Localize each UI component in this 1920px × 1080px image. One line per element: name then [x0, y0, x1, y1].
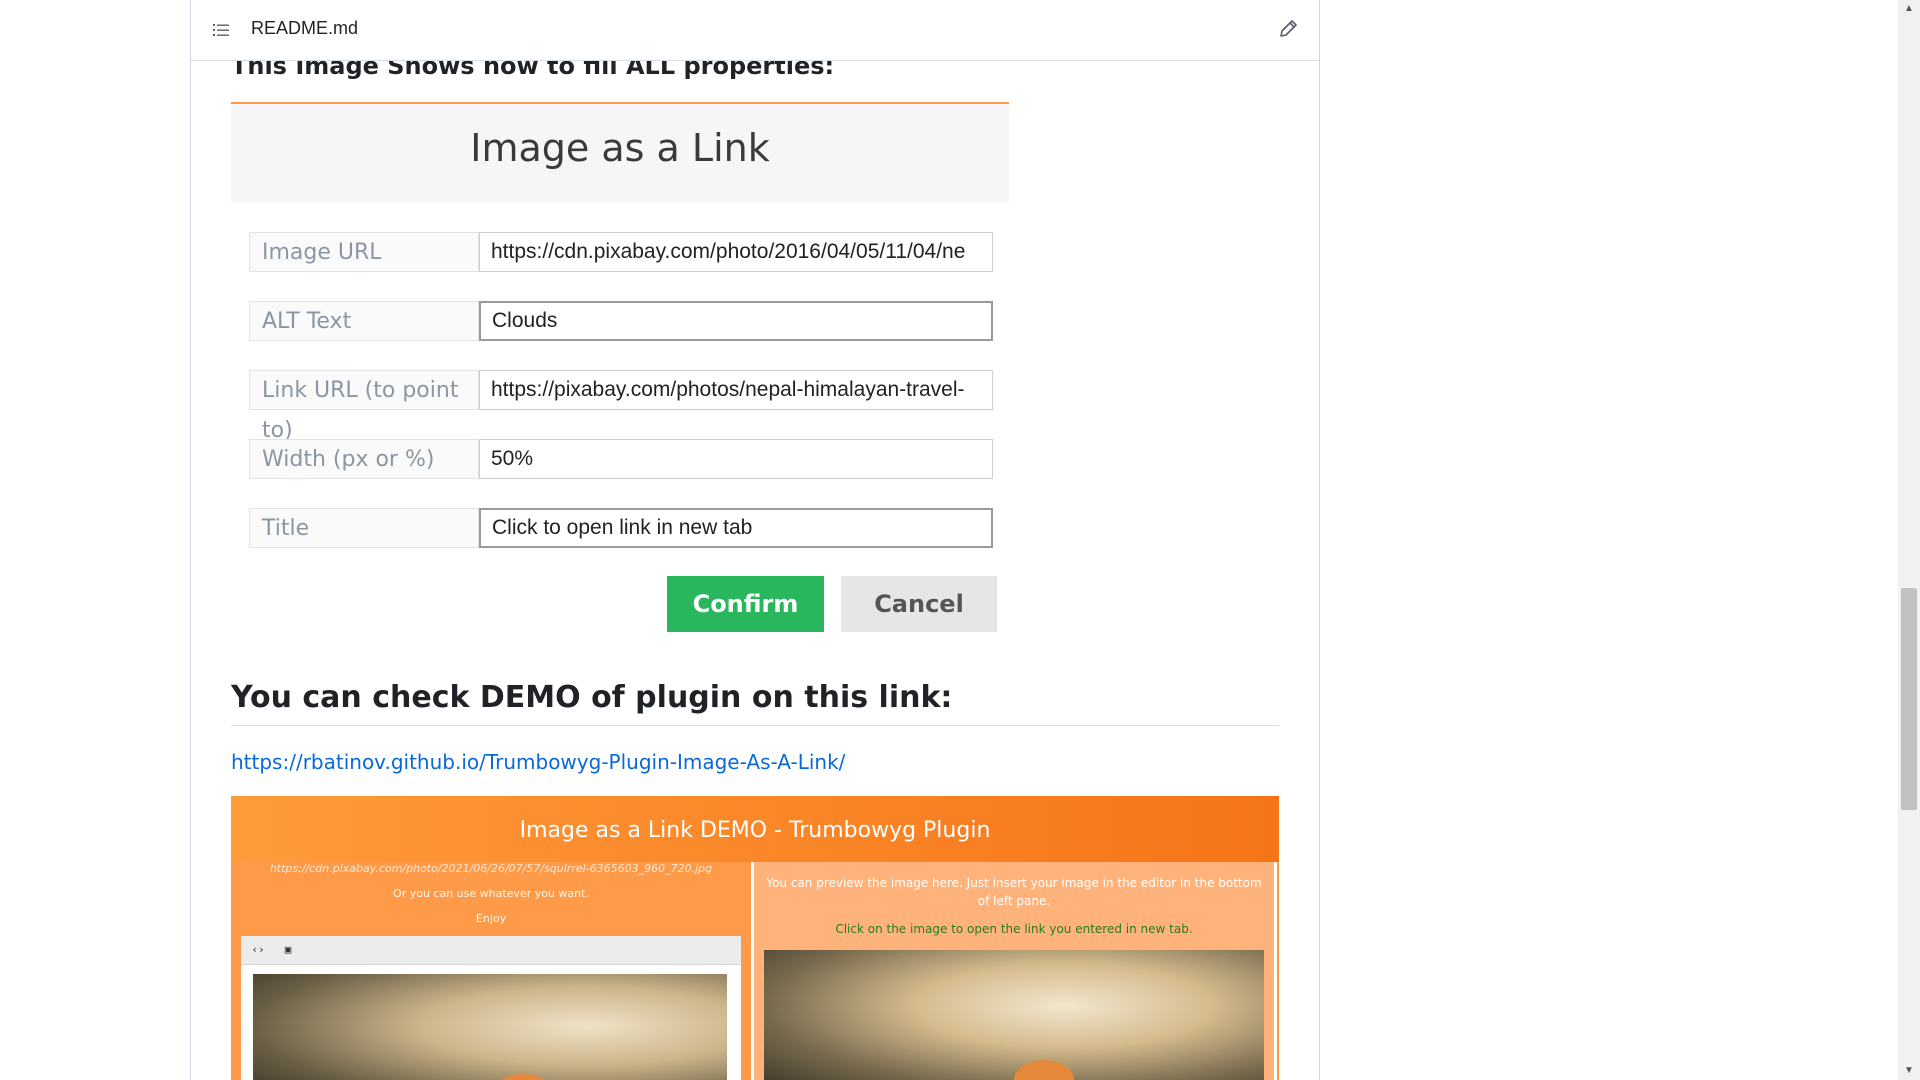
- list-icon[interactable]: [211, 20, 231, 40]
- page-scrollbar[interactable]: ▲ ▼: [1898, 0, 1920, 1080]
- demo-right-pane: You can preview the image here. Just ins…: [754, 862, 1277, 1080]
- dialog-screenshot: Image as a Link Image URL https://cdn.pi…: [231, 102, 1009, 642]
- demo-screenshot[interactable]: Image as a Link DEMO - Trumbowyg Plugin …: [231, 796, 1279, 1080]
- demo-left-pane: https://cdn.pixabay.com/photo/2021/06/26…: [231, 862, 754, 1080]
- demo-image-url-text: https://cdn.pixabay.com/photo/2021/06/26…: [269, 862, 713, 875]
- dialog-header: Image as a Link: [231, 102, 1009, 202]
- demo-link[interactable]: https://rbatinov.github.io/Trumbowyg-Plu…: [231, 750, 845, 774]
- squirrel-ear: [493, 1074, 553, 1080]
- squirrel-ear: [1014, 1060, 1074, 1080]
- link-url-row: Link URL (to point to) https://pixabay.c…: [249, 370, 993, 443]
- form-label: ALT Text: [249, 301, 479, 341]
- pencil-icon[interactable]: [1277, 18, 1299, 40]
- form-label: Image URL: [249, 232, 479, 272]
- readme-header: README.md: [191, 0, 1319, 61]
- scroll-up-icon[interactable]: ▲: [1898, 0, 1920, 18]
- demo-editor: ‹› ▣: [241, 936, 741, 1080]
- insert-image-icon: ▣: [284, 943, 292, 956]
- alt-text-input[interactable]: Clouds: [479, 301, 993, 341]
- cancel-button[interactable]: Cancel: [841, 576, 997, 632]
- width-row: Width (px or %) 50%: [249, 439, 993, 481]
- title-input[interactable]: Click to open link in new tab: [479, 508, 993, 548]
- demo-heading: You can check DEMO of plugin on this lin…: [231, 680, 953, 715]
- link-url-input[interactable]: https://pixabay.com/photos/nepal-himalay…: [479, 370, 993, 410]
- scroll-down-icon[interactable]: ▼: [1898, 1062, 1920, 1080]
- squirrel-photo-preview: [764, 950, 1264, 1080]
- form-label: Link URL (to point to): [249, 370, 479, 443]
- form-label: Title: [249, 508, 479, 548]
- readme-filename: README.md: [251, 18, 359, 38]
- demo-left-line: Or you can use whatever you want.: [393, 887, 589, 900]
- readme-panel: README.md This Image Shows how to fill A…: [190, 0, 1320, 1080]
- demo-click-hint: Click on the image to open the link you …: [835, 922, 1193, 936]
- demo-banner: Image as a Link DEMO - Trumbowyg Plugin: [231, 796, 1279, 862]
- squirrel-photo: [253, 974, 727, 1080]
- editor-toolbar: ‹› ▣: [241, 936, 741, 965]
- width-input[interactable]: 50%: [479, 439, 993, 479]
- code-view-icon: ‹›: [251, 943, 265, 956]
- scrollbar-thumb[interactable]: [1901, 588, 1917, 810]
- confirm-button[interactable]: Confirm: [667, 576, 824, 632]
- image-url-input[interactable]: https://cdn.pixabay.com/photo/2016/04/05…: [479, 232, 993, 272]
- form-label: Width (px or %): [249, 439, 479, 479]
- heading-divider: [231, 725, 1279, 726]
- title-row: Title Click to open link in new tab: [249, 508, 993, 550]
- demo-preview-text: You can preview the image here. Just ins…: [766, 876, 1262, 908]
- demo-left-line: Enjoy: [475, 912, 507, 925]
- dialog-title: Image as a Link: [470, 126, 770, 170]
- image-url-row: Image URL https://cdn.pixabay.com/photo/…: [249, 232, 993, 274]
- alt-text-row: ALT Text Clouds: [249, 301, 993, 343]
